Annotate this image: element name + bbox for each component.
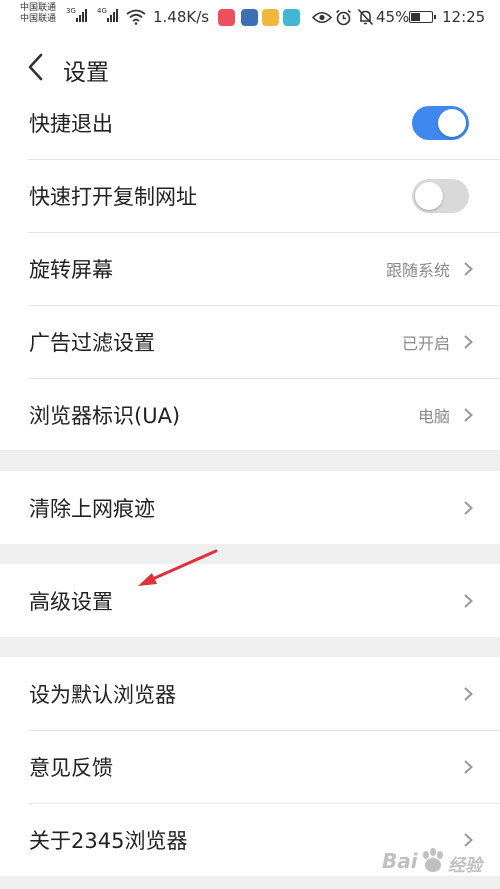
row-value: 跟随系统 — [385, 260, 450, 280]
battery-icon — [409, 11, 436, 23]
row-label: 高级设置 — [29, 589, 113, 614]
settings-row-clear-history[interactable]: 清除上网痕迹 — [0, 471, 500, 544]
chevron-right-icon — [464, 407, 473, 422]
signal-icon — [76, 9, 87, 22]
status-bar: 中国联通 中国联通 3G 4G 1.48K/s 45% 12:25 — [0, 0, 500, 36]
open-copied-url-toggle[interactable] — [412, 178, 469, 213]
row-label: 快速打开复制网址 — [29, 184, 197, 209]
page-title: 设置 — [63, 60, 109, 86]
carrier-2: 中国联通 — [20, 14, 57, 24]
mute-icon — [357, 8, 374, 26]
watermark-text: Bai — [382, 849, 418, 873]
settings-section-general: 快捷退出 快速打开复制网址 旋转屏幕 跟随系统 广告过滤设置 已开启 浏览器标识… — [0, 86, 500, 450]
row-label: 设为默认浏览器 — [29, 682, 176, 707]
row-label: 旋转屏幕 — [29, 257, 113, 282]
row-label: 广告过滤设置 — [29, 330, 155, 355]
alarm-icon — [336, 9, 351, 26]
settings-row-quick-exit[interactable]: 快捷退出 — [0, 86, 500, 159]
annotation-arrow-icon — [138, 549, 218, 586]
row-value: 电脑 — [417, 406, 450, 426]
chevron-right-icon — [464, 593, 473, 608]
row-label: 意见反馈 — [29, 755, 113, 780]
chevron-left-icon[interactable] — [22, 50, 52, 84]
settings-section-clear: 清除上网痕迹 — [0, 471, 500, 544]
baidu-watermark: Bai 经验 — [382, 843, 492, 883]
network-speed: 1.48K/s — [153, 8, 210, 26]
app-icon — [283, 9, 300, 26]
settings-row-rotate-screen[interactable]: 旋转屏幕 跟随系统 — [0, 232, 500, 305]
settings-row-user-agent[interactable]: 浏览器标识(UA) 电脑 — [0, 378, 500, 451]
network-type-2: 4G — [97, 7, 107, 15]
chevron-right-icon — [464, 759, 473, 774]
clock: 12:25 — [442, 8, 486, 26]
chevron-right-icon — [464, 500, 473, 515]
settings-row-set-default[interactable]: 设为默认浏览器 — [0, 657, 500, 730]
settings-row-feedback[interactable]: 意见反馈 — [0, 730, 500, 803]
network-type-1: 3G — [66, 7, 76, 15]
row-label: 浏览器标识(UA) — [29, 403, 181, 428]
app-icon — [262, 9, 279, 26]
settings-row-ad-filter[interactable]: 广告过滤设置 已开启 — [0, 305, 500, 378]
app-icon — [241, 9, 258, 26]
settings-row-open-copied-url[interactable]: 快速打开复制网址 — [0, 159, 500, 232]
app-icon — [218, 9, 235, 26]
settings-section-advanced: 高级设置 — [0, 564, 500, 637]
paw-icon — [423, 848, 443, 872]
chevron-right-icon — [464, 686, 473, 701]
chevron-right-icon — [464, 261, 473, 276]
carrier-1: 中国联通 — [20, 3, 57, 13]
row-label: 清除上网痕迹 — [29, 496, 155, 521]
wifi-icon — [126, 9, 146, 25]
quick-exit-toggle[interactable] — [412, 105, 469, 140]
watermark-text: 经验 — [448, 856, 482, 876]
signal-icon — [107, 9, 118, 22]
row-value: 已开启 — [401, 333, 450, 353]
eye-icon — [312, 11, 332, 24]
settings-row-advanced[interactable]: 高级设置 — [0, 564, 500, 637]
carrier-labels: 中国联通 中国联通 — [20, 3, 56, 25]
row-label: 快捷退出 — [29, 111, 113, 136]
chevron-right-icon — [464, 334, 473, 349]
row-label: 关于2345浏览器 — [29, 828, 188, 853]
battery-percent: 45% — [376, 8, 410, 26]
